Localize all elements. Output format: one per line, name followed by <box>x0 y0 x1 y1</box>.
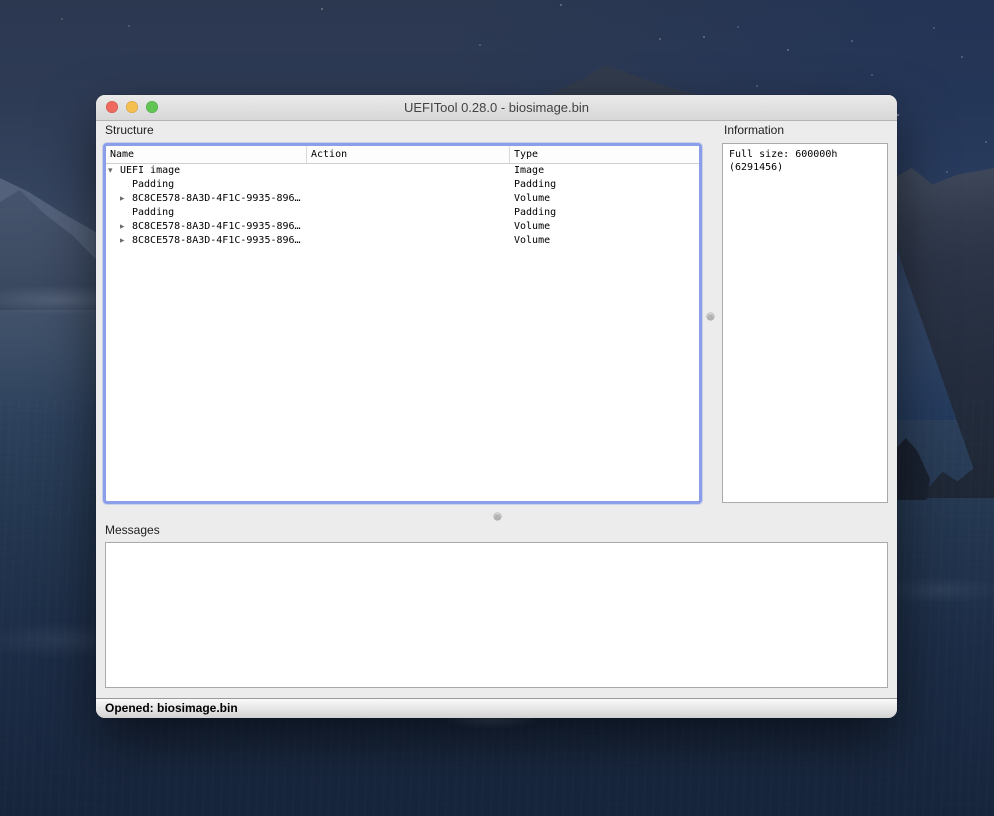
structure-group-label: Structure <box>105 123 154 137</box>
tree-header[interactable]: Name Action Type <box>106 146 699 164</box>
row-action <box>307 164 510 178</box>
status-bar: Opened: biosimage.bin <box>96 698 897 718</box>
tree-row[interactable]: ▶8C8CE578-8A3D-4F1C-9935-896… Volume <box>106 220 699 234</box>
row-type: Volume <box>510 220 699 234</box>
row-action <box>307 234 510 248</box>
uefitool-window: UEFITool 0.28.0 - biosimage.bin Structur… <box>96 95 897 718</box>
structure-tree[interactable]: Name Action Type ▼UEFI imageImagePadding… <box>103 143 702 504</box>
messages-group-label: Messages <box>105 523 160 537</box>
row-action <box>307 220 510 234</box>
column-header-type[interactable]: Type <box>510 146 699 163</box>
row-name: Padding <box>132 179 174 190</box>
tree-row[interactable]: ▼UEFI image Image <box>106 164 699 178</box>
tree-rows: ▼UEFI imageImagePaddingPadding▶8C8CE578-… <box>106 164 699 248</box>
tree-row[interactable]: Padding Padding <box>106 206 699 220</box>
status-text: Opened: biosimage.bin <box>105 701 238 715</box>
row-type: Image <box>510 164 699 178</box>
window-title: UEFITool 0.28.0 - biosimage.bin <box>96 95 897 120</box>
vertical-splitter-handle[interactable] <box>707 313 714 320</box>
information-text: Full size: 600000h (6291456) <box>729 148 887 174</box>
row-name: UEFI image <box>120 165 180 176</box>
expand-arrow-icon[interactable]: ▶ <box>120 220 132 234</box>
expand-arrow-icon[interactable]: ▶ <box>120 234 132 248</box>
information-panel[interactable]: Full size: 600000h (6291456) <box>722 143 888 503</box>
tree-row[interactable]: ▶8C8CE578-8A3D-4F1C-9935-896… Volume <box>106 234 699 248</box>
row-action <box>307 192 510 206</box>
horizontal-splitter-handle[interactable] <box>494 513 501 520</box>
row-name: 8C8CE578-8A3D-4F1C-9935-896… <box>132 221 301 232</box>
title-bar[interactable]: UEFITool 0.28.0 - biosimage.bin <box>96 95 897 121</box>
row-type: Padding <box>510 178 699 192</box>
row-type: Volume <box>510 192 699 206</box>
tree-row[interactable]: ▶8C8CE578-8A3D-4F1C-9935-896… Volume <box>106 192 699 206</box>
row-name: 8C8CE578-8A3D-4F1C-9935-896… <box>132 235 301 246</box>
row-action <box>307 178 510 192</box>
column-header-action[interactable]: Action <box>307 146 510 163</box>
row-name: Padding <box>132 207 174 218</box>
tree-row[interactable]: Padding Padding <box>106 178 699 192</box>
collapse-arrow-icon[interactable]: ▼ <box>108 164 120 178</box>
messages-panel[interactable] <box>105 542 888 688</box>
row-action <box>307 206 510 220</box>
information-group-label: Information <box>724 123 784 137</box>
expand-arrow-icon[interactable]: ▶ <box>120 192 132 206</box>
row-type: Padding <box>510 206 699 220</box>
row-name: 8C8CE578-8A3D-4F1C-9935-896… <box>132 193 301 204</box>
column-header-name[interactable]: Name <box>106 146 307 163</box>
row-type: Volume <box>510 234 699 248</box>
